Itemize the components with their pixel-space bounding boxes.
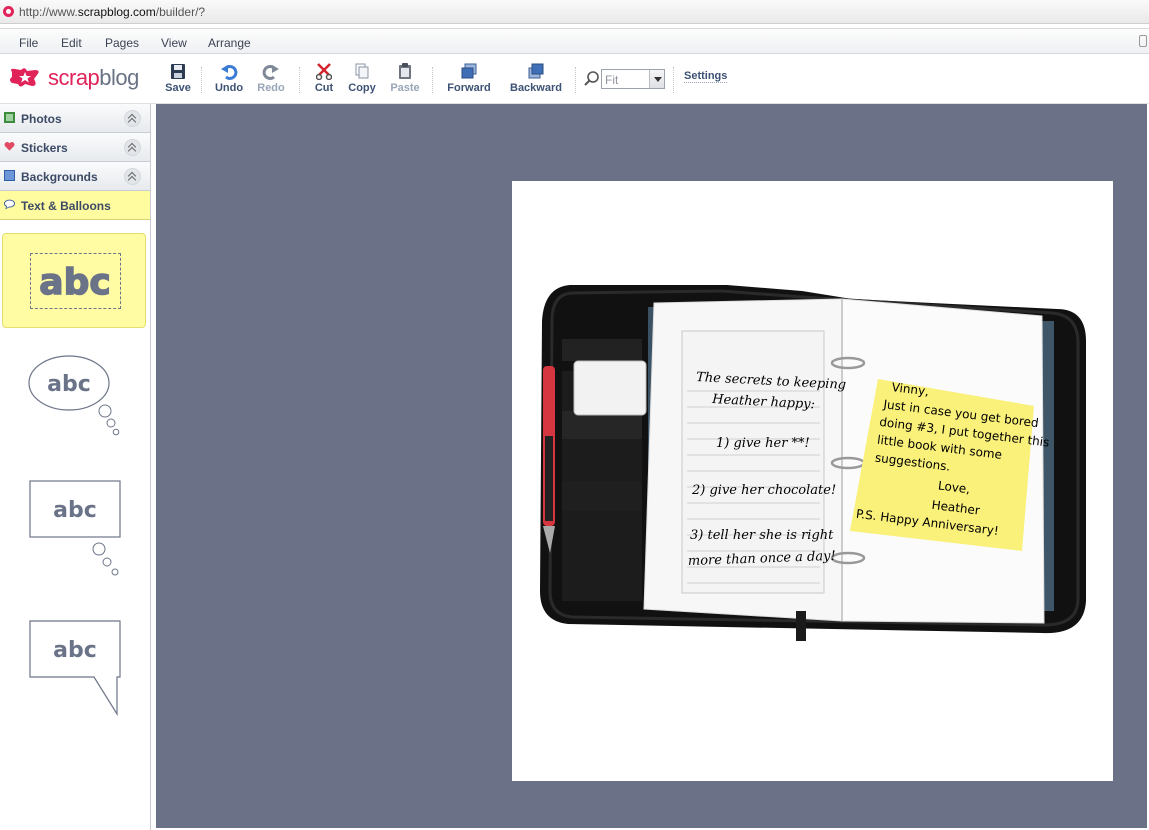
url-text[interactable]: http://www.scrapblog.com/builder/? [19,5,205,19]
balloon-speech-box[interactable]: abc [28,620,128,718]
zoom-value: Fit [605,73,619,87]
collapse-icon[interactable] [124,110,141,127]
svg-text:abc: abc [53,638,97,663]
collapse-icon[interactable] [124,168,141,185]
logo-text-blog: blog [99,65,139,90]
balloon-thought-box[interactable]: abc [28,480,128,580]
sidebar-section-photos[interactable]: Photos [0,104,150,133]
bring-forward-icon [461,63,477,79]
menu-edit[interactable]: Edit [61,36,82,50]
note-item-2: 2) give her chocolate! [691,483,836,498]
scrapbook-page[interactable]: The secrets to keeping Heather happy: 1)… [512,181,1113,781]
svg-text:abc: abc [39,262,110,303]
redo-button[interactable]: Redo [256,63,286,94]
save-button[interactable]: Save [164,63,192,94]
menu-pages[interactable]: Pages [105,36,139,50]
sidebar-label: Text & Balloons [21,199,111,213]
logo-text-scrap: scrap [48,65,100,90]
paste-button[interactable]: Paste [388,63,422,94]
svg-text:abc: abc [47,372,91,397]
toolbar-divider [432,67,433,93]
sidebar: Photos Stickers Backgrounds Text & Ballo… [0,104,151,830]
menu-arrange[interactable]: Arrange [208,36,251,50]
chevron-down-icon[interactable] [649,70,664,88]
balloon-thought-oval[interactable]: abc [22,350,128,440]
notebook-photo[interactable]: The secrets to keeping Heather happy: 1)… [512,181,1113,781]
clipboard-icon [399,63,411,79]
cut-label: Cut [314,82,334,94]
toolbar-divider [673,67,674,93]
toolbar: scrapblog Save Undo Redo Cut Copy Paste … [0,55,1149,104]
menu-bar: File Edit Pages View Arrange [0,28,1149,54]
paste-label: Paste [390,82,420,94]
sidebar-label: Photos [21,112,62,126]
copy-icon [355,63,369,79]
balloon-plain-text[interactable]: abc [2,233,146,328]
menu-file[interactable]: File [19,36,38,50]
cut-button[interactable]: Cut [311,63,337,94]
background-icon [4,170,15,181]
backward-label: Backward [510,82,562,94]
copy-label: Copy [348,82,376,94]
scissors-icon [316,63,332,80]
logo-star-icon [10,68,39,87]
heart-icon [4,141,15,151]
balloon-icon [4,199,15,210]
settings-link[interactable]: Settings [684,70,728,83]
photo-icon [4,112,15,123]
backward-button[interactable]: Backward [509,63,563,94]
window-control-icon[interactable] [1139,35,1147,47]
toolbar-divider [201,67,202,93]
sidebar-label: Backgrounds [21,170,98,184]
redo-label: Redo [257,82,285,94]
send-backward-icon [528,63,544,79]
undo-label: Undo [214,82,244,94]
note-item-3a: 3) tell her she is right [690,528,834,543]
copy-button[interactable]: Copy [346,63,378,94]
zoom-select[interactable]: Fit [601,69,665,89]
forward-label: Forward [447,82,491,94]
redo-icon [262,64,279,80]
undo-button[interactable]: Undo [213,63,245,94]
sidebar-section-text-balloons[interactable]: Text & Balloons [0,191,150,220]
menu-view[interactable]: View [161,36,187,50]
svg-text:abc: abc [53,498,97,523]
address-bar[interactable]: http://www.scrapblog.com/builder/? [0,0,1149,24]
sidebar-section-stickers[interactable]: Stickers [0,133,150,162]
magnifier-icon [584,71,599,86]
forward-button[interactable]: Forward [446,63,492,94]
sidebar-section-backgrounds[interactable]: Backgrounds [0,162,150,191]
app-window: http://www.scrapblog.com/builder/? File … [0,0,1149,830]
sidebar-label: Stickers [21,141,68,155]
save-label: Save [165,82,191,94]
favicon-icon [3,6,14,17]
toolbar-divider [575,67,576,93]
abc-sample-text: abc [39,261,112,304]
toolbar-divider [299,67,300,93]
undo-icon [221,64,238,80]
note-item-1: 1) give her **! [716,436,810,451]
collapse-icon[interactable] [124,139,141,156]
save-icon [171,64,185,79]
